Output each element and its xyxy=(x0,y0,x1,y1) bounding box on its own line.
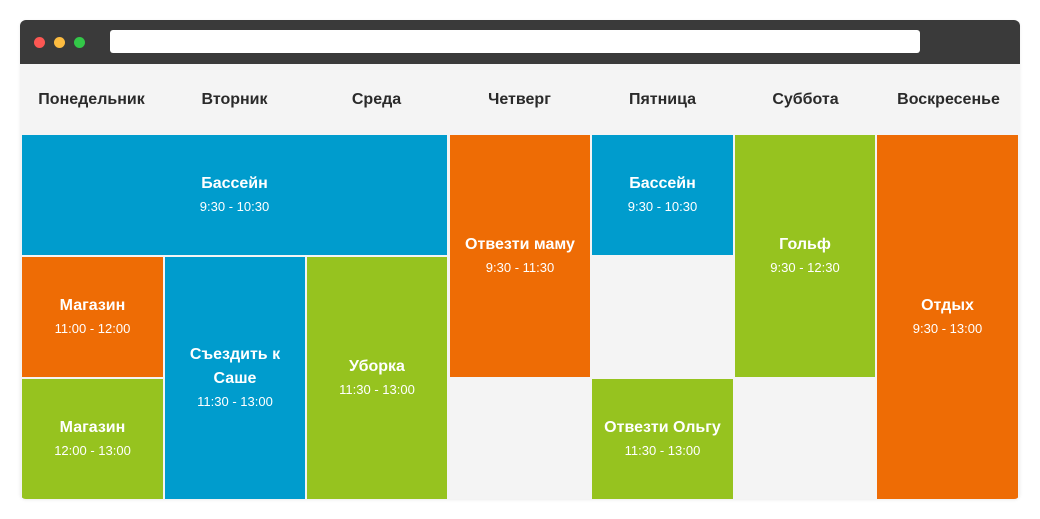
minimize-icon[interactable] xyxy=(54,37,65,48)
day-header-friday: Пятница xyxy=(628,90,697,108)
event-time: 9:30 - 12:30 xyxy=(770,260,840,275)
event-time: 11:00 - 12:00 xyxy=(54,321,131,336)
address-bar[interactable] xyxy=(110,30,920,53)
event-block[interactable]: Съездить к Саше 11:30 - 13:00 xyxy=(165,257,305,499)
event-block[interactable]: Магазин 11:00 - 12:00 xyxy=(22,257,163,377)
close-icon[interactable] xyxy=(34,37,45,48)
event-time: 11:30 - 13:00 xyxy=(339,382,415,397)
day-header-monday: Понедельник xyxy=(38,90,145,108)
event-block[interactable]: Гольф 9:30 - 12:30 xyxy=(735,135,875,377)
event-title: Гольф xyxy=(779,236,831,253)
event-block[interactable]: Магазин 12:00 - 13:00 xyxy=(22,379,163,499)
event-time: 11:30 - 13:00 xyxy=(197,394,273,409)
day-header-sunday: Воскресенье xyxy=(897,90,1000,108)
event-block[interactable]: Уборка 11:30 - 13:00 xyxy=(307,257,447,499)
event-time: 9:30 - 11:30 xyxy=(485,260,555,275)
event-block[interactable]: Отдых 9:30 - 13:00 xyxy=(877,135,1018,499)
schedule-grid: Бассейн 9:30 - 10:30 Магазин 11:00 - 12:… xyxy=(20,135,1020,499)
event-time: 9:30 - 10:30 xyxy=(627,199,698,214)
day-header-tuesday: Вторник xyxy=(201,90,268,108)
event-block[interactable]: Отвезти Ольгу 11:30 - 13:00 xyxy=(592,379,733,499)
day-header-saturday: Суббота xyxy=(772,90,839,108)
event-time: 9:30 - 13:00 xyxy=(912,321,983,336)
event-title: Отдых xyxy=(921,297,974,314)
event-title: Отвезти Ольгу xyxy=(604,419,721,436)
event-time: 9:30 - 10:30 xyxy=(199,199,270,214)
weekday-header: Понедельник Вторник Среда Четверг Пятниц… xyxy=(20,64,1020,135)
event-time: 12:00 - 13:00 xyxy=(54,443,131,458)
maximize-icon[interactable] xyxy=(74,37,85,48)
day-header-wednesday: Среда xyxy=(351,90,402,108)
browser-window: Понедельник Вторник Среда Четверг Пятниц… xyxy=(20,20,1020,499)
event-title: Магазин xyxy=(59,297,126,314)
event-title: Уборка xyxy=(349,358,405,375)
title-bar xyxy=(20,20,1020,64)
event-title: Бассейн xyxy=(629,175,696,192)
event-title: Магазин xyxy=(59,419,126,436)
event-title: Съездить к Саше xyxy=(189,346,281,387)
event-title: Бассейн xyxy=(201,175,268,192)
event-title: Отвезти маму xyxy=(465,236,575,253)
event-block[interactable]: Отвезти маму 9:30 - 11:30 xyxy=(450,135,590,377)
event-block[interactable]: Бассейн 9:30 - 10:30 xyxy=(22,135,447,255)
day-header-thursday: Четверг xyxy=(488,90,551,108)
event-time: 11:30 - 13:00 xyxy=(624,443,701,458)
event-block[interactable]: Бассейн 9:30 - 10:30 xyxy=(592,135,733,255)
